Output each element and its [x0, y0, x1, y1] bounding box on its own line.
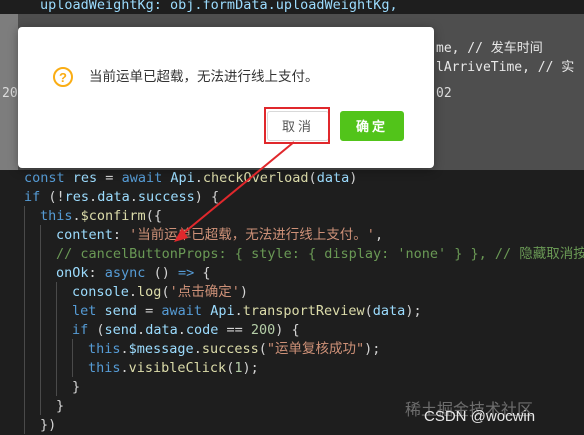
code-line-6: onOk: async () => { [56, 265, 211, 281]
behind-code-right-2: lArriveTime, // 实 [436, 60, 575, 75]
warning-icon: ? [53, 67, 73, 87]
annotation-highlight-box [264, 107, 330, 144]
indent-guide [40, 225, 41, 415]
code-line-2: if (!res.data.success) { [24, 189, 220, 205]
indent-guide [24, 206, 25, 434]
indent-guide [56, 282, 57, 396]
behind-number-right: 02 [436, 86, 452, 101]
behind-number-left: 20 [2, 86, 18, 101]
code-line-13: } [56, 398, 65, 414]
code-line-5: // cancelButtonProps: { style: { display… [56, 246, 584, 262]
code-line-11: this.visibleClick(1); [88, 360, 259, 376]
code-line-1: const res = await Api.checkOverload(data… [24, 170, 358, 186]
ok-button[interactable]: 确定 [340, 111, 404, 141]
code-line-3: this.$confirm({ [40, 208, 162, 224]
code-line-top: uploadWeightKg: obj.formData.uploadWeigh… [40, 0, 398, 13]
csdn-watermark: CSDN @wocwin [424, 408, 536, 425]
code-line-14: }) [40, 417, 57, 433]
code-line-12: } [72, 379, 81, 395]
behind-code-right-1: me, // 发车时间 [436, 41, 543, 56]
confirm-dialog: ? 当前运单已超载，无法进行线上支付。 取消 确定 [18, 27, 434, 168]
indent-guide [72, 339, 73, 377]
code-editor[interactable]: uploadWeightKg: obj.formData.uploadWeigh… [0, 0, 584, 434]
code-line-9: if (send.data.code == 200) { [72, 322, 300, 338]
code-line-7: console.log('点击确定') [72, 284, 248, 300]
code-line-4: content: '当前运单已超载，无法进行线上支付。', [56, 227, 384, 243]
code-line-10: this.$message.success("运单复核成功"); [88, 341, 381, 357]
dialog-message: 当前运单已超载，无法进行线上支付。 [89, 69, 319, 84]
code-line-8: let send = await Api.transportReview(dat… [72, 303, 422, 319]
